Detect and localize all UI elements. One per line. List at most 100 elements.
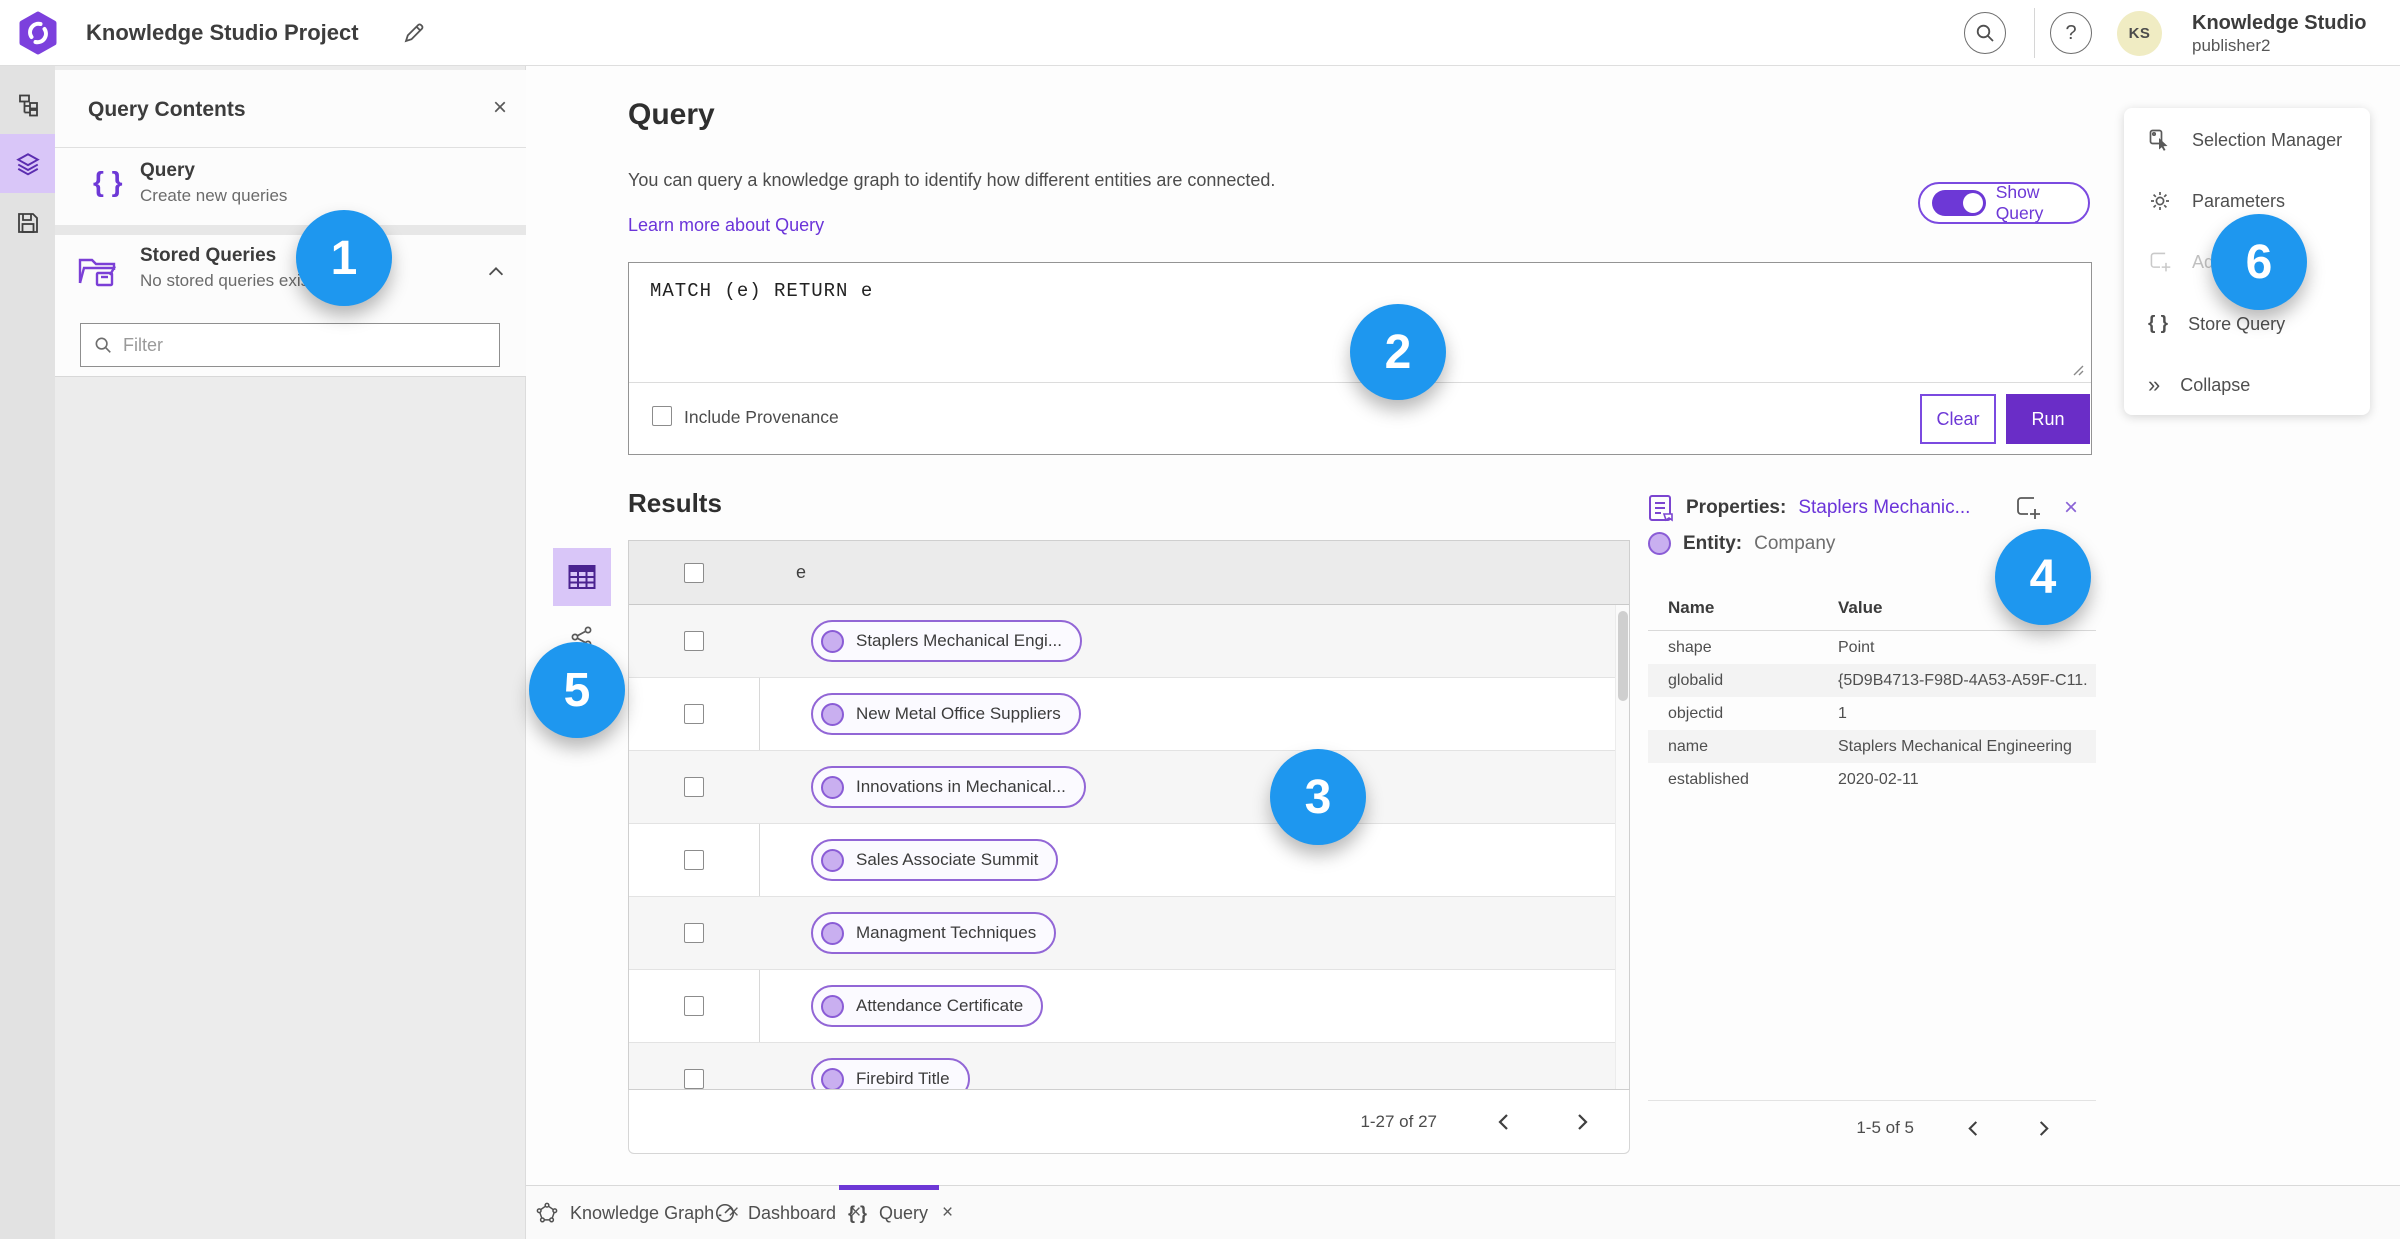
table-row[interactable]: Sales Associate Summit — [629, 824, 1629, 897]
table-row[interactable]: New Metal Office Suppliers — [629, 678, 1629, 751]
top-bar: Knowledge Studio Project ? KS Knowledge … — [0, 0, 2400, 66]
scrollbar-thumb[interactable] — [1618, 611, 1628, 701]
table-view-button[interactable] — [553, 548, 611, 606]
property-row[interactable]: objectid 1 — [1648, 697, 2096, 730]
tab-query-active[interactable]: { } Query × — [848, 1186, 955, 1239]
previous-page-button[interactable] — [1956, 1111, 1990, 1145]
stored-queries-title: Stored Queries — [140, 245, 277, 266]
app-logo-icon[interactable] — [18, 11, 58, 55]
toggle-knob — [1962, 193, 1983, 213]
run-button[interactable]: Run — [2006, 394, 2090, 444]
row-checkbox[interactable] — [684, 1069, 704, 1089]
show-query-toggle[interactable]: Show Query — [1918, 182, 2090, 224]
select-all-checkbox[interactable] — [684, 562, 704, 583]
rail-item-layers-selected[interactable] — [0, 134, 55, 193]
add-to-selection-icon[interactable] — [2014, 494, 2042, 522]
row-checkbox[interactable] — [684, 777, 704, 797]
entity-circle-icon — [1648, 532, 1671, 555]
property-row[interactable]: globalid {5D9B4713-F98D-4A53-A59F-C11... — [1648, 664, 2096, 697]
entity-label: Entity: — [1683, 532, 1743, 554]
property-row[interactable]: established 2020-02-11 — [1648, 763, 2096, 796]
next-page-button[interactable] — [1565, 1105, 1599, 1139]
menu-item-collapse[interactable]: » Collapse — [2124, 363, 2370, 407]
row-checkbox[interactable] — [684, 996, 704, 1016]
entity-circle-icon — [821, 702, 844, 726]
help-button[interactable]: ? — [2050, 12, 2092, 54]
table-row[interactable]: Attendance Certificate — [629, 970, 1629, 1043]
gear-icon — [2151, 192, 2169, 210]
entity-pill[interactable]: Attendance Certificate — [811, 985, 1044, 1027]
properties-doc-icon — [1649, 495, 1673, 522]
rail-item-save[interactable] — [0, 193, 55, 252]
entity-pill[interactable]: Staplers Mechanical Engi... — [811, 620, 1082, 662]
properties-footer-divider — [1648, 1100, 2096, 1101]
filter-input[interactable] — [123, 334, 463, 356]
next-page-button[interactable] — [2026, 1111, 2060, 1145]
search-icon — [95, 337, 111, 353]
entity-pill[interactable]: Firebird Title — [811, 1058, 970, 1089]
avatar[interactable]: KS — [2117, 11, 2162, 56]
clear-button[interactable]: Clear — [1920, 394, 1996, 444]
entity-pill[interactable]: New Metal Office Suppliers — [811, 693, 1081, 735]
results-header-row: e — [629, 541, 1629, 605]
entity-circle-icon — [821, 775, 844, 799]
panel-close-button[interactable]: × — [485, 94, 515, 124]
chevron-up-icon — [488, 267, 504, 276]
entity-pill[interactable]: Sales Associate Summit — [811, 839, 1059, 881]
annotation-badge-4: 4 — [1995, 529, 2091, 625]
table-row[interactable]: Firebird Title — [629, 1043, 1629, 1089]
resize-handle-icon[interactable] — [2070, 362, 2084, 376]
panel-item-stored-queries[interactable]: Stored Queries No stored queries exist — [55, 235, 526, 315]
table-row[interactable]: Innovations in Mechanical... — [629, 751, 1629, 824]
properties-label: Properties: — [1686, 497, 1787, 518]
panel-item-query[interactable]: { } Query Create new queries — [55, 148, 526, 225]
results-pagination: 1-27 of 27 — [628, 1090, 1630, 1154]
query-code-text[interactable]: MATCH (e) RETURN e — [650, 280, 873, 302]
knowledge-graph-icon — [536, 1202, 558, 1223]
row-checkbox[interactable] — [684, 850, 704, 870]
query-item-subtitle: Create new queries — [140, 186, 288, 205]
collapse-section-button[interactable] — [485, 261, 507, 283]
stored-queries-subtitle: No stored queries exist — [140, 271, 314, 290]
menu-item-selection-manager[interactable]: Selection Manager — [2124, 118, 2370, 162]
results-scrollbar[interactable] — [1615, 605, 1629, 1089]
row-checkbox[interactable] — [684, 923, 704, 943]
previous-page-button[interactable] — [1487, 1105, 1521, 1139]
annotation-badge-3: 3 — [1270, 749, 1366, 845]
include-provenance-checkbox[interactable] — [652, 406, 672, 426]
row-checkbox[interactable] — [684, 704, 704, 724]
close-icon: × — [492, 94, 507, 121]
entity-pill[interactable]: Innovations in Mechanical... — [811, 766, 1086, 808]
close-tab-icon[interactable]: × — [940, 1202, 955, 1224]
results-range-text: 1-27 of 27 — [1360, 1111, 1437, 1131]
edit-title-pencil-icon[interactable] — [402, 21, 426, 45]
tab-knowledge-graph[interactable]: Knowledge Graph × — [536, 1186, 741, 1239]
annotation-badge-5: 5 — [529, 642, 625, 738]
entity-pill[interactable]: Managment Techniques — [811, 912, 1057, 954]
table-row[interactable]: Staplers Mechanical Engi... — [629, 605, 1629, 678]
properties-entity-link[interactable]: Staplers Mechanic... — [1798, 497, 1970, 519]
close-properties-button[interactable]: × — [2064, 494, 2078, 522]
results-table: e Staplers Mechanical Engi... New Metal … — [628, 540, 1630, 1090]
chevron-right-icon — [1578, 1113, 1588, 1130]
entity-circle-icon — [821, 994, 844, 1018]
double-chevron-right-icon: » — [2148, 372, 2161, 397]
table-row[interactable]: Managment Techniques — [629, 897, 1629, 970]
property-row[interactable]: shape Point — [1648, 631, 2096, 664]
properties-actions: × — [2014, 494, 2078, 522]
filter-field[interactable] — [80, 323, 500, 367]
results-heading: Results — [628, 488, 722, 518]
property-row[interactable]: name Staplers Mechanical Engineering — [1648, 730, 2096, 763]
project-title: Knowledge Studio Project — [86, 20, 359, 45]
chevron-left-icon — [1498, 1113, 1508, 1130]
search-button[interactable] — [1964, 12, 2006, 54]
learn-more-link[interactable]: Learn more about Query — [628, 215, 824, 236]
user-role: publisher2 — [2192, 36, 2271, 55]
tab-dashboard[interactable]: Dashboard × — [714, 1186, 863, 1239]
row-checkbox[interactable] — [684, 631, 704, 651]
panel-gap — [55, 225, 526, 235]
toggle-switch[interactable] — [1932, 190, 1986, 216]
annotation-badge-1: 1 — [296, 210, 392, 306]
rail-item-hierarchy[interactable] — [0, 75, 55, 134]
query-heading: Query — [628, 98, 715, 131]
